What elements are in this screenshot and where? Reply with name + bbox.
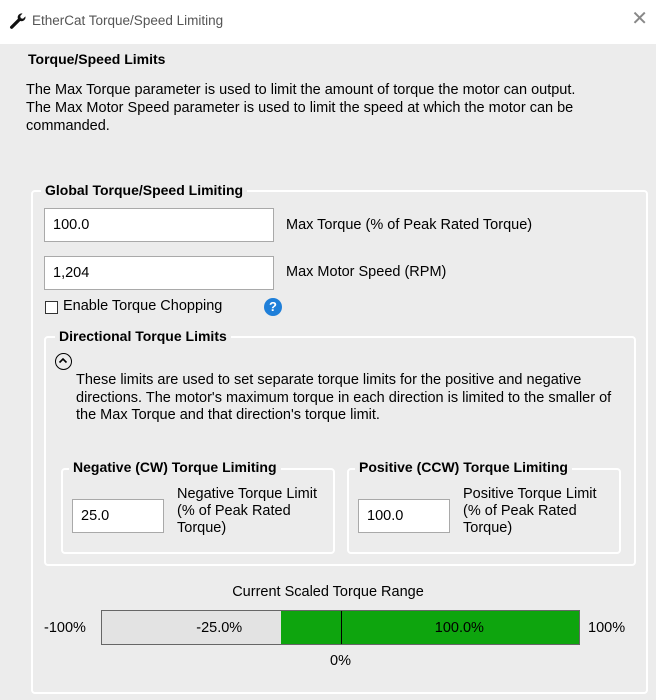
- help-icon[interactable]: ?: [264, 298, 282, 316]
- wrench-icon: [10, 13, 26, 29]
- dialog-content: Torque/Speed Limits The Max Torque param…: [0, 44, 656, 700]
- torque-range-zero-line: [340, 611, 342, 644]
- description-line-1: The Max Torque parameter is used to limi…: [26, 82, 576, 98]
- torque-chopping-checkbox[interactable]: [45, 301, 58, 314]
- global-limiting-title: Global Torque/Speed Limiting: [41, 182, 248, 198]
- negative-torque-input[interactable]: 25.0: [72, 499, 164, 533]
- max-motor-speed-input[interactable]: 1,204: [44, 256, 274, 290]
- max-torque-label: Max Torque (% of Peak Rated Torque): [286, 217, 533, 233]
- max-motor-speed-label: Max Motor Speed (RPM): [286, 264, 447, 280]
- window-title: EtherCat Torque/Speed Limiting: [32, 13, 224, 28]
- torque-range-max-label: 100%: [588, 620, 626, 636]
- torque-chopping-label[interactable]: Enable Torque Chopping: [63, 298, 222, 314]
- positive-limit-text: 100.0%: [434, 620, 484, 636]
- torque-range-fill: [280, 611, 579, 644]
- positive-torque-input[interactable]: 100.0: [358, 499, 450, 533]
- directional-limits-title: Directional Torque Limits: [55, 328, 231, 344]
- title-bar: EtherCat Torque/Speed Limiting ✕: [0, 0, 656, 44]
- positive-torque-label: Positive Torque Limit (% of Peak Rated T…: [463, 486, 597, 536]
- negative-torque-label: Negative Torque Limit (% of Peak Rated T…: [177, 486, 317, 536]
- section-title: Torque/Speed Limits: [28, 51, 166, 67]
- max-torque-input[interactable]: 100.0: [44, 208, 274, 242]
- positive-limit-title: Positive (CCW) Torque Limiting: [355, 459, 572, 475]
- torque-range-min-label: -100%: [44, 620, 86, 636]
- directional-description: These limits are used to set separate to…: [76, 372, 612, 423]
- torque-range-bar: -25.0% 100.0%: [101, 610, 580, 645]
- torque-range-title: Current Scaled Torque Range: [232, 584, 424, 600]
- section-description: The Max Torque parameter is used to limi…: [26, 81, 636, 135]
- close-icon[interactable]: ✕: [631, 9, 648, 29]
- chevron-up-icon[interactable]: [55, 353, 72, 370]
- description-line-2: The Max Motor Speed parameter is used to…: [26, 100, 574, 134]
- torque-range-zero-label: 0%: [330, 653, 351, 669]
- negative-limit-text: -25.0%: [196, 620, 243, 636]
- negative-limit-title: Negative (CW) Torque Limiting: [69, 459, 281, 475]
